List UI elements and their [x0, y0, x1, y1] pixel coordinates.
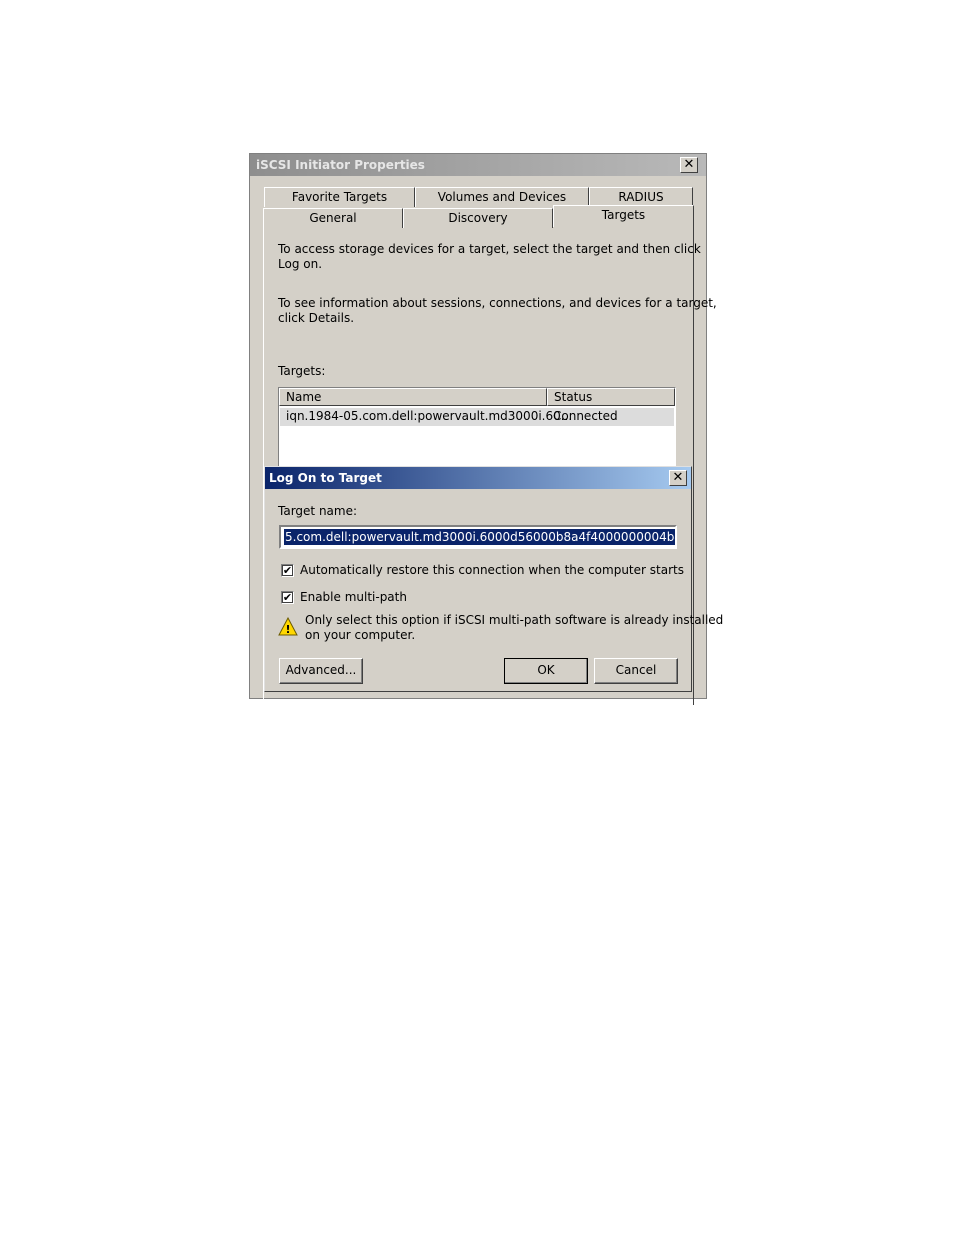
tab-label: Discovery	[448, 211, 508, 225]
tab-label: General	[309, 211, 357, 225]
close-icon: ✕	[672, 470, 684, 485]
tab-label: Volumes and Devices	[437, 190, 567, 204]
tab-favorite-targets[interactable]: Favorite Targets	[264, 187, 415, 207]
close-icon: ✕	[683, 157, 695, 172]
auto-restore-checkbox[interactable]: ✔	[281, 564, 294, 577]
title-bar: Log On to Target ✕	[265, 467, 691, 489]
target-name-label: Target name:	[278, 504, 358, 518]
table-row[interactable]: iqn.1984-05.com.dell:powervault.md3000i.…	[280, 408, 674, 426]
tab-label: RADIUS	[618, 190, 664, 204]
column-header-name[interactable]: Name	[279, 388, 547, 406]
target-name-field[interactable]: 5.com.dell:powervault.md3000i.6000d56000…	[279, 525, 677, 549]
close-button[interactable]: ✕	[669, 470, 687, 486]
button-label: Advanced...	[285, 663, 357, 677]
advanced-button[interactable]: Advanced...	[279, 658, 363, 684]
tab-volumes-and-devices[interactable]: Volumes and Devices	[415, 187, 589, 207]
instructions-line: click Details.	[278, 311, 355, 325]
warning-icon: !	[278, 616, 298, 637]
instructions-line: To see information about sessions, conne…	[278, 296, 717, 310]
close-button[interactable]: ✕	[680, 157, 698, 173]
log-on-to-target-dialog: Log On to Target ✕ Target name: 5.com.de…	[264, 466, 723, 692]
button-label: OK	[537, 663, 555, 677]
tab-radius[interactable]: RADIUS	[589, 187, 693, 207]
dialog-title: iSCSI Initiator Properties	[256, 158, 425, 172]
tab-targets[interactable]: Targets	[553, 205, 694, 227]
enable-multipath-checkbox[interactable]: ✔	[281, 591, 294, 604]
checkmark-icon: ✔	[282, 564, 293, 577]
instructions-line: Log on.	[278, 257, 323, 271]
targets-label: Targets:	[278, 364, 326, 378]
dialog-title: Log On to Target	[269, 471, 382, 485]
target-name-cell: iqn.1984-05.com.dell:powervault.md3000i.…	[286, 409, 573, 423]
tab-label: Favorite Targets	[291, 190, 388, 204]
column-header-label: Status	[554, 390, 593, 404]
cancel-button[interactable]: Cancel	[594, 658, 678, 684]
ok-button[interactable]: OK	[504, 658, 588, 684]
title-bar: iSCSI Initiator Properties ✕	[250, 154, 706, 176]
auto-restore-label[interactable]: Automatically restore this connection wh…	[300, 563, 684, 578]
svg-text:!: !	[285, 623, 290, 636]
column-header-label: Name	[286, 390, 322, 404]
target-status-cell: Connected	[553, 409, 618, 423]
warning-text-line: Only select this option if iSCSI multi-p…	[305, 613, 724, 627]
target-name-value: 5.com.dell:powervault.md3000i.6000d56000…	[284, 529, 675, 545]
tab-label: Targets	[601, 208, 646, 222]
checkmark-icon: ✔	[282, 591, 293, 604]
targets-list[interactable]: Name Status iqn.1984-05.com.dell:powerva…	[278, 387, 676, 477]
warning-text-line: on your computer.	[305, 628, 416, 642]
enable-multipath-label[interactable]: Enable multi-path	[300, 590, 407, 605]
button-label: Cancel	[615, 663, 657, 677]
column-header-status[interactable]: Status	[547, 388, 675, 406]
instructions-line: To access storage devices for a target, …	[278, 242, 701, 256]
